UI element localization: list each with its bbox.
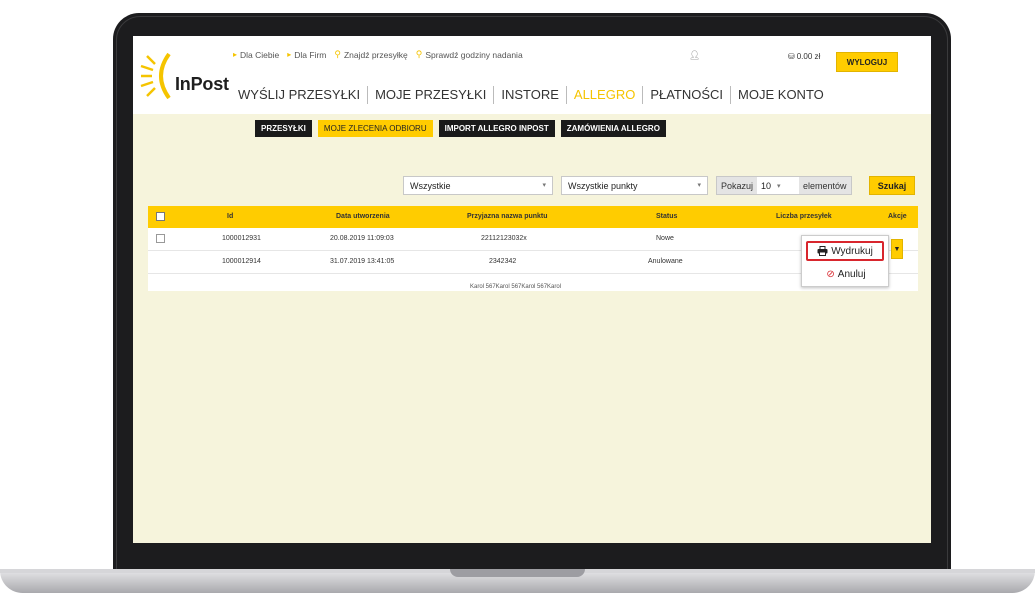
top-links: ▸ Dla Ciebie ▸ Dla Firm ⚲ Znajdź przesył…	[233, 49, 523, 60]
col-id: Id	[227, 213, 234, 220]
row-checkbox[interactable]	[156, 234, 165, 243]
tab-allegro-orders[interactable]: ZAMÓWIENIA ALLEGRO	[560, 120, 666, 137]
tab-pickup-orders[interactable]: MOJE ZLECENIA ODBIORU	[317, 120, 433, 137]
tab-import-allegro[interactable]: IMPORT ALLEGRO INPOST	[438, 120, 555, 137]
page-size-select[interactable]: 10 ▾	[757, 177, 800, 194]
nav-allegro[interactable]: ALLEGRO	[567, 86, 644, 104]
search-button[interactable]: Szukaj	[869, 176, 915, 195]
search-icon: ⚲	[415, 49, 423, 59]
cell-id: 1000012914	[222, 258, 261, 265]
caret-down-icon: ▼	[893, 245, 901, 253]
nav-send-parcels[interactable]: WYŚLIJ PRZESYŁKI	[231, 86, 369, 104]
elements-label: elementów	[799, 177, 851, 194]
show-label: Pokazuj	[717, 177, 758, 194]
top-link-check-hours[interactable]: ⚲ Sprawdź godziny nadania	[416, 49, 523, 60]
cell-date: 20.08.2019 11:09:03	[330, 235, 394, 242]
logo-text: InPost	[175, 74, 229, 94]
arrow-right-icon: ▸	[287, 50, 292, 59]
col-status: Status	[656, 213, 678, 220]
chevron-down-icon: ▾	[697, 182, 701, 189]
logo-sun-icon	[140, 52, 171, 100]
tab-parcels[interactable]: PRZESYŁKI	[255, 120, 312, 137]
row-actions-menu: Wydrukuj ⊘ Anuluj	[801, 235, 889, 287]
chevron-down-icon: ▾	[542, 182, 546, 189]
table-header: Id Data utworzenia Przyjazna nazwa punkt…	[148, 206, 918, 228]
top-link-dla-firm[interactable]: ▸ Dla Firm	[287, 50, 326, 60]
cell-id: 1000012931	[222, 235, 261, 242]
arrow-right-icon: ▸	[233, 50, 238, 59]
col-actions: Akcje	[888, 213, 907, 220]
search-icon: ⚲	[334, 49, 341, 59]
cell-point: 22112123032x	[481, 235, 527, 242]
nav-my-parcels[interactable]: MOJE PRZESYŁKI	[368, 86, 495, 104]
screen: InPost ▸ Dla Ciebie ▸ Dla Firm ⚲ Znajdź …	[133, 36, 931, 543]
account-balance: ⛁ 0.00 zł	[788, 52, 821, 61]
nav-my-account[interactable]: MOJE KONTO	[731, 86, 831, 104]
status-select[interactable]: Wszystkie ▾	[403, 176, 553, 195]
user-icon[interactable]: 👤︎	[689, 50, 700, 61]
print-menu-item[interactable]: Wydrukuj	[806, 241, 884, 261]
inpost-logo[interactable]: InPost	[139, 46, 235, 106]
chevron-down-icon: ▾	[777, 182, 781, 190]
col-date: Data utworzenia	[336, 213, 390, 220]
clipped-row-text: Karol 567Karol 567Karol 567Karol	[470, 284, 562, 290]
row-actions-toggle[interactable]: ▼	[891, 239, 903, 259]
printer-icon	[817, 246, 828, 256]
cell-point: 2342342	[489, 258, 517, 265]
point-select[interactable]: Wszystkie punkty ▾	[561, 176, 708, 195]
nav-instore[interactable]: INSTORE	[494, 86, 567, 104]
cancel-menu-item[interactable]: ⊘ Anuluj	[802, 265, 890, 283]
page-size-control: Pokazuj 10 ▾ elementów	[716, 176, 852, 195]
nav-payments[interactable]: PŁATNOŚCI	[643, 86, 732, 104]
coins-icon: ⛁	[788, 52, 795, 61]
cell-status: Anulowane	[648, 258, 683, 265]
top-link-find-parcel[interactable]: ⚲ Znajdź przesyłkę	[334, 49, 407, 60]
logout-button[interactable]: WYLOGUJ	[836, 52, 898, 72]
col-point: Przyjazna nazwa punktu	[467, 213, 548, 220]
top-link-dla-ciebie[interactable]: ▸ Dla Ciebie	[233, 50, 279, 60]
select-all-checkbox[interactable]	[156, 212, 165, 221]
subtabs: PRZESYŁKI MOJE ZLECENIA ODBIORU IMPORT A…	[255, 120, 666, 137]
cell-date: 31.07.2019 13:41:05	[330, 258, 395, 265]
site-header: InPost ▸ Dla Ciebie ▸ Dla Firm ⚲ Znajdź …	[133, 36, 931, 114]
col-count: Liczba przesyłek	[776, 213, 832, 220]
laptop-notch	[450, 569, 585, 577]
main-nav: WYŚLIJ PRZESYŁKI MOJE PRZESYŁKI INSTORE …	[231, 86, 831, 104]
cancel-icon: ⊘	[826, 268, 835, 280]
cell-status: Nowe	[656, 235, 674, 242]
